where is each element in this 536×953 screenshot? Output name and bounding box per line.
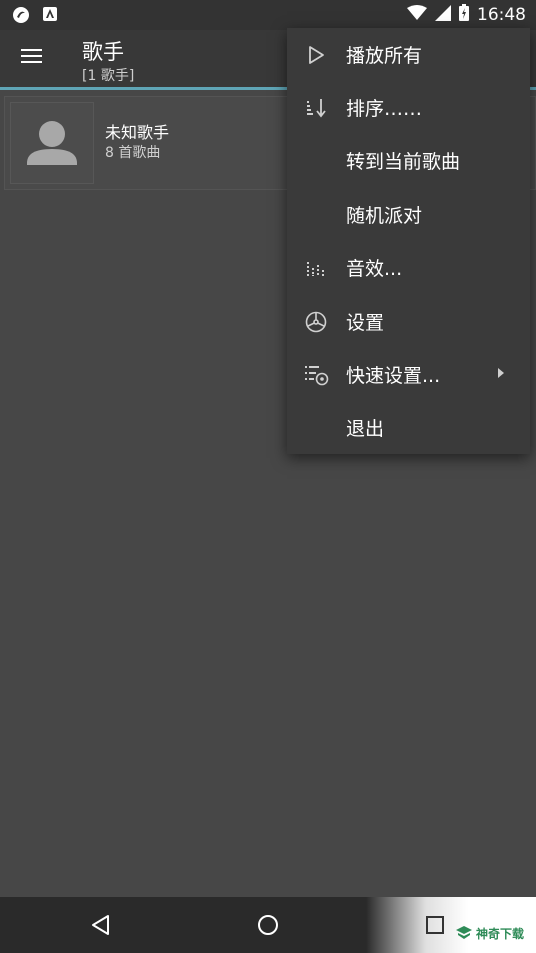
download-notification-icon <box>42 6 58 28</box>
person-icon <box>27 121 77 165</box>
settings-icon <box>304 310 328 334</box>
submenu-arrow-icon <box>498 368 504 378</box>
overflow-menu: 播放所有 排序…… 转到当前歌曲 随机派对 音效... 设置 快速设置... 退… <box>287 28 530 454</box>
page-title: 歌手 <box>82 40 124 64</box>
menu-item-party-shuffle[interactable]: 随机派对 <box>287 188 530 241</box>
page-subtitle: [1 歌手] <box>82 68 135 84</box>
watermark: 神奇下载 <box>456 923 530 943</box>
equalizer-icon <box>304 256 328 280</box>
wifi-icon <box>407 4 427 25</box>
menu-item-quick-settings[interactable]: 快速设置... <box>287 348 530 401</box>
home-button[interactable] <box>254 911 282 939</box>
menu-item-label: 音效... <box>346 258 403 280</box>
status-notifications <box>12 6 58 28</box>
recents-square-icon <box>426 916 444 934</box>
menu-item-label: 播放所有 <box>346 45 423 67</box>
home-circle-icon <box>258 915 278 935</box>
artist-song-count: 8 首歌曲 <box>105 145 161 161</box>
artist-thumbnail <box>10 102 94 184</box>
status-bar: 16:48 <box>0 0 536 30</box>
watermark-logo-icon <box>456 926 472 939</box>
artist-name: 未知歌手 <box>105 123 170 142</box>
menu-item-exit[interactable]: 退出 <box>287 401 530 454</box>
quick-settings-icon <box>304 363 329 387</box>
menu-item-play-all[interactable]: 播放所有 <box>287 28 530 81</box>
menu-item-label: 随机派对 <box>346 205 423 227</box>
recents-button[interactable] <box>421 911 449 939</box>
menu-item-label: 快速设置... <box>346 365 441 387</box>
play-icon <box>304 43 328 67</box>
back-button[interactable] <box>88 911 116 939</box>
status-system: 16:48 <box>407 4 526 25</box>
menu-item-label: 设置 <box>346 312 385 334</box>
menu-item-label: 转到当前歌曲 <box>346 151 461 173</box>
back-triangle-icon <box>92 915 109 935</box>
battery-icon <box>459 4 469 25</box>
menu-item-settings[interactable]: 设置 <box>287 295 530 348</box>
status-time: 16:48 <box>477 4 526 25</box>
menu-item-sort[interactable]: 排序…… <box>287 81 530 134</box>
menu-item-label: 排序…… <box>346 98 423 120</box>
menu-item-go-to-current-song[interactable]: 转到当前歌曲 <box>287 134 530 187</box>
signal-icon <box>435 4 451 25</box>
hamburger-menu-icon[interactable] <box>20 46 44 66</box>
menu-item-label: 退出 <box>346 418 385 440</box>
menu-item-sound-effects[interactable]: 音效... <box>287 241 530 294</box>
screen: 16:48 歌手 [1 歌手] 未知歌手 8 首歌曲 播放所有 排序…… 转到当… <box>0 0 536 953</box>
app-notification-icon <box>12 6 30 28</box>
watermark-text: 神奇下载 <box>476 926 525 941</box>
sort-icon <box>304 96 328 120</box>
